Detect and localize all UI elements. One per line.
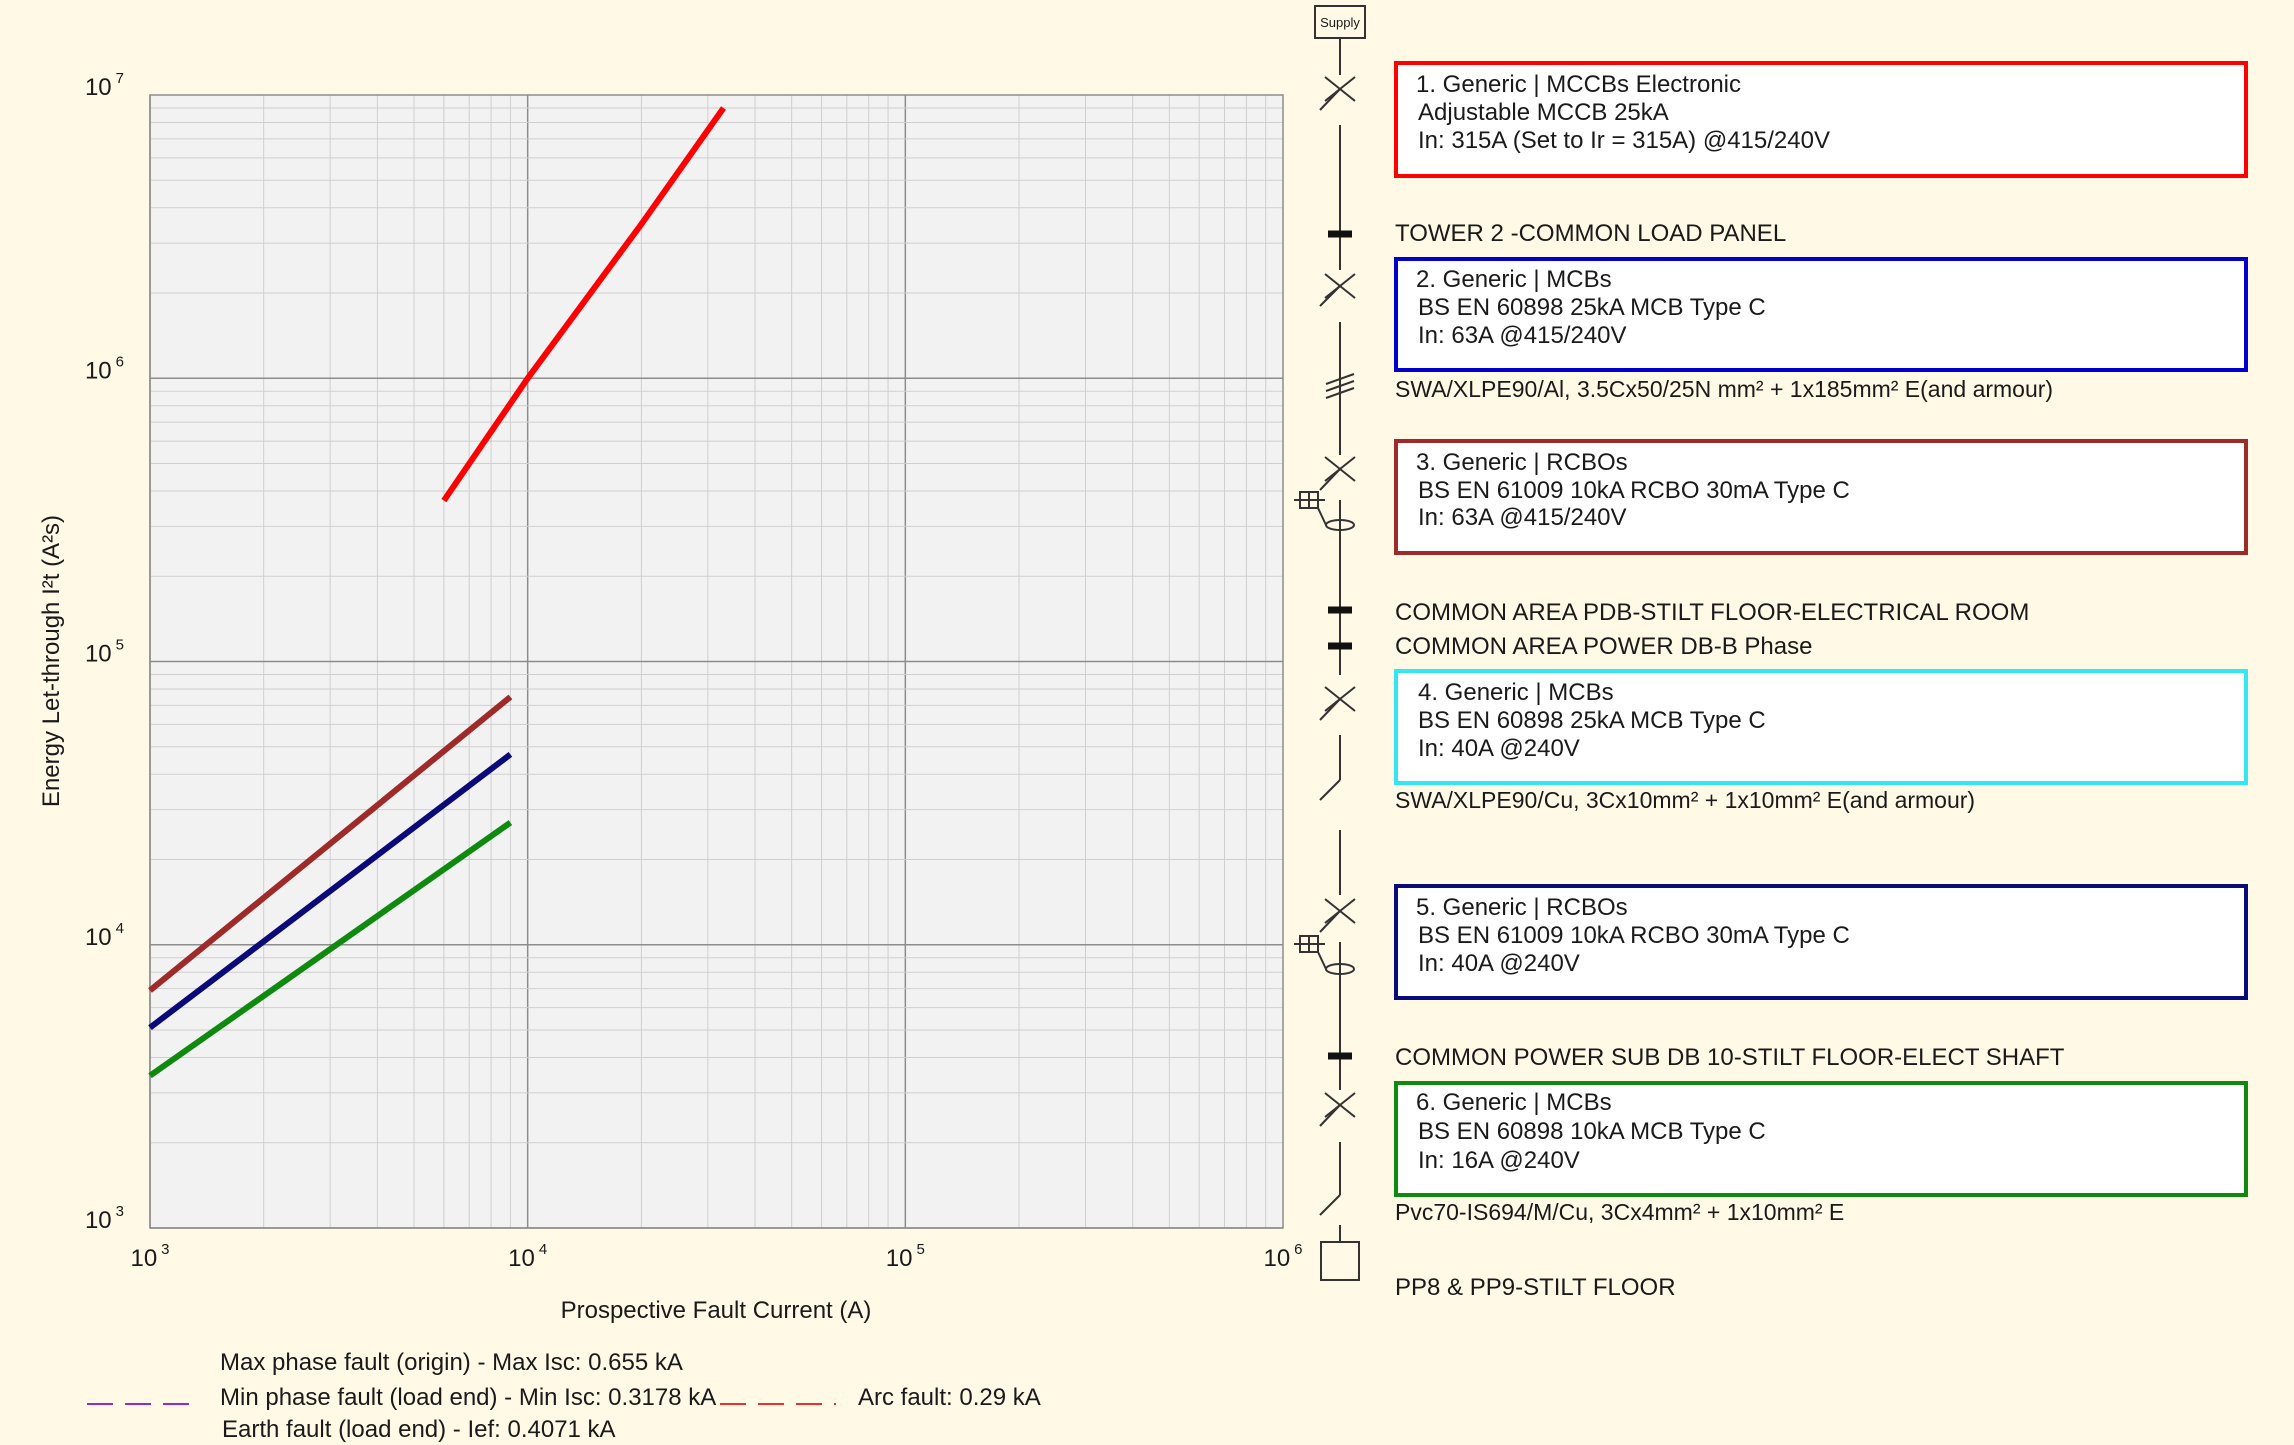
device-2-line-2: BS EN 60898 25kA MCB Type C — [1418, 294, 1766, 321]
device-box-4[interactable]: 4. Generic | MCBs BS EN 60898 25kA MCB T… — [1394, 669, 2248, 785]
x-tick-label: 10 5 — [886, 1241, 925, 1272]
x-tick-label: 10 4 — [508, 1241, 547, 1272]
device-2-line-3: In: 63A @415/240V — [1418, 322, 1627, 349]
device-box-2[interactable]: 2. Generic | MCBs BS EN 60898 25kA MCB T… — [1394, 257, 2248, 372]
device-2-line-1: 2. Generic | MCBs — [1416, 266, 1612, 293]
bus-label-5: PP8 & PP9-STILT FLOOR — [1395, 1274, 1676, 1301]
legend: Max phase fault (origin) - Max Isc: 0.65… — [87, 1349, 1041, 1443]
device-box-5[interactable]: 5. Generic | RCBOs BS EN 61009 10kA RCBO… — [1394, 884, 2248, 1000]
bus-label-1: TOWER 2 -COMMON LOAD PANEL — [1395, 220, 1786, 247]
device-3-line-1: 3. Generic | RCBOs — [1416, 449, 1628, 476]
device-1-line-1: 1. Generic | MCCBs Electronic — [1416, 71, 1741, 98]
device-box-3[interactable]: 3. Generic | RCBOs BS EN 61009 10kA RCBO… — [1394, 439, 2248, 555]
device-6-line-3: In: 16A @240V — [1418, 1147, 1580, 1174]
device-box-1[interactable]: 1. Generic | MCCBs Electronic Adjustable… — [1394, 61, 2248, 178]
x-tick-label: 10 3 — [130, 1241, 169, 1272]
scene: 10 3 10 4 10 5 10 6 10 3 10 4 10 5 10 6 10 7 Prospective … — [38, 5, 2248, 1443]
bus-label-2: COMMON AREA PDB-STILT FLOOR-ELECTRICAL R… — [1395, 599, 2029, 626]
device-3-line-3: In: 63A @415/240V — [1418, 504, 1627, 531]
device-1-line-3: In: 315A (Set to Ir = 315A) @415/240V — [1418, 127, 1830, 154]
cable-label-1: SWA/XLPE90/Al, 3.5Cx50/25N mm² + 1x185mm… — [1395, 376, 2053, 402]
device-3-line-2: BS EN 61009 10kA RCBO 30mA Type C — [1418, 477, 1850, 504]
x-tick-label: 10 6 — [1263, 1241, 1302, 1272]
legend-earth: Earth fault (load end) - Ief: 0.4071 kA — [222, 1416, 616, 1443]
device-1-line-2: Adjustable MCCB 25kA — [1418, 99, 1669, 126]
y-tick-label: 10 4 — [85, 920, 124, 951]
device-4-line-2: BS EN 60898 25kA MCB Type C — [1418, 707, 1766, 734]
y-tick-label: 10 5 — [85, 637, 124, 668]
y-tick-label: 10 6 — [85, 353, 124, 384]
device-5-line-1: 5. Generic | RCBOs — [1416, 894, 1628, 921]
load-box[interactable] — [1320, 1241, 1360, 1281]
y-axis-label: Energy Let-through I²t (A²s) — [38, 515, 65, 807]
cable-label-3: Pvc70-IS694/M/Cu, 3Cx4mm² + 1x10mm² E — [1395, 1199, 1844, 1225]
cable-label-2: SWA/XLPE90/Cu, 3Cx10mm² + 1x10mm² E(and … — [1395, 787, 1975, 813]
device-5-line-2: BS EN 61009 10kA RCBO 30mA Type C — [1418, 922, 1850, 949]
legend-max-phase: Max phase fault (origin) - Max Isc: 0.65… — [220, 1349, 683, 1376]
legend-arc: Arc fault: 0.29 kA — [858, 1384, 1041, 1411]
device-6-line-1: 6. Generic | MCBs — [1416, 1089, 1612, 1116]
device-5-line-3: In: 40A @240V — [1418, 950, 1580, 977]
bus-label-3: COMMON AREA POWER DB-B Phase — [1395, 633, 1812, 660]
device-box-6[interactable]: 6. Generic | MCBs BS EN 60898 10kA MCB T… — [1394, 1081, 2248, 1197]
legend-min-phase: Min phase fault (load end) - Min Isc: 0.… — [220, 1384, 716, 1411]
let-through-chart: 10 3 10 4 10 5 10 6 10 3 10 4 10 5 10 6 10 7 Prospective … — [38, 70, 1303, 1324]
device-4-line-1: 4. Generic | MCBs — [1418, 679, 1614, 706]
bus-label-4: COMMON POWER SUB DB 10-STILT FLOOR-ELECT… — [1395, 1044, 2065, 1071]
supply-label: Supply — [1320, 15, 1360, 30]
device-4-line-3: In: 40A @240V — [1418, 735, 1580, 762]
x-axis-label: Prospective Fault Current (A) — [561, 1297, 872, 1324]
y-tick-label: 10 3 — [85, 1203, 124, 1234]
single-line-diagram — [1294, 5, 1366, 1281]
y-tick-label: 10 7 — [85, 70, 124, 101]
device-6-line-2: BS EN 60898 10kA MCB Type C — [1418, 1118, 1766, 1145]
